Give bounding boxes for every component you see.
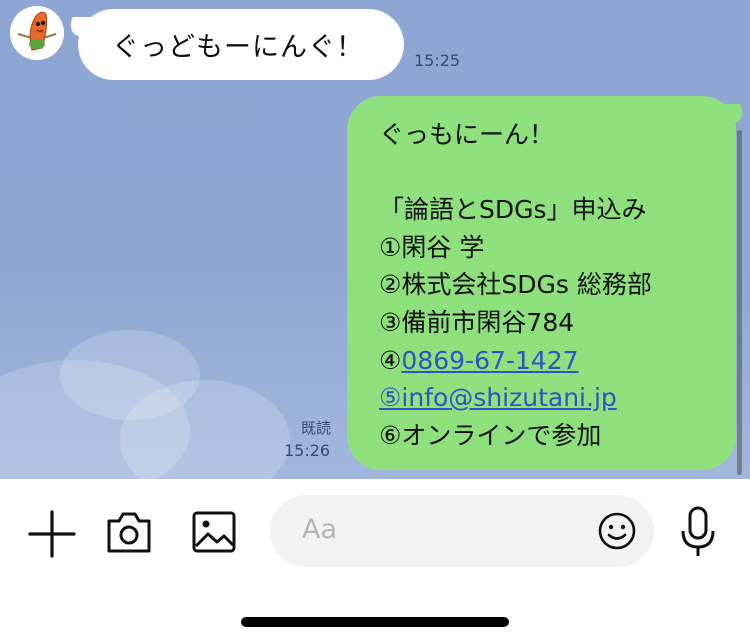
background-cloud <box>60 330 200 420</box>
microphone-icon <box>681 506 715 556</box>
incoming-message-text: ぐっどもーにんぐ！ <box>112 32 364 63</box>
camera-icon <box>107 512 151 553</box>
message-line: ③備前市閑谷784 <box>379 307 575 337</box>
item-number: ④ <box>379 345 402 375</box>
message-line: 「論語とSDGs」申込み <box>379 195 647 225</box>
home-indicator[interactable] <box>241 617 509 627</box>
email-address: info@shizutani.jp <box>401 383 617 413</box>
chat-scrollbar[interactable] <box>737 130 742 475</box>
message-line <box>379 154 736 192</box>
sender-avatar[interactable] <box>10 6 64 60</box>
message-line: ①閑谷 学 <box>379 232 485 262</box>
image-button[interactable] <box>189 508 239 556</box>
camera-button[interactable] <box>104 508 154 556</box>
chat-area[interactable]: ぐっどもーにんぐ！ 15:25 ぐっもにーん！ 「論語とSDGs」申込み ①閑谷… <box>0 0 750 479</box>
item-number: ⑤ <box>379 383 402 413</box>
message-input-placeholder: Aa <box>302 514 338 545</box>
mascot-avatar-icon <box>10 6 64 60</box>
image-icon <box>192 511 236 553</box>
read-receipt: 既読 <box>301 419 332 437</box>
outgoing-message-time: 15:26 <box>284 441 331 460</box>
emoji-icon <box>598 512 636 550</box>
phone-number-link[interactable]: 0869-67-1427 <box>401 346 578 375</box>
microphone-button[interactable] <box>678 505 718 559</box>
add-button[interactable] <box>26 508 78 560</box>
email-link[interactable]: ⑤info@shizutani.jp <box>379 383 617 412</box>
plus-icon <box>28 510 76 558</box>
message-line: ⑥オンラインで参加 <box>379 420 602 450</box>
emoji-button[interactable] <box>597 511 637 551</box>
message-line: ④0869-67-1427 <box>379 342 736 380</box>
incoming-message-time: 15:25 <box>414 51 461 70</box>
message-line: ②株式会社SDGs 総務部 <box>379 270 652 300</box>
bubble-tail <box>65 17 97 37</box>
message-line: ぐっもにーん！ <box>379 120 555 149</box>
message-line: ⑤info@shizutani.jp <box>379 379 736 417</box>
incoming-message-bubble[interactable]: ぐっどもーにんぐ！ <box>65 9 404 80</box>
outgoing-message-bubble[interactable]: ぐっもにーん！ 「論語とSDGs」申込み ①閑谷 学 ②株式会社SDGs 総務部… <box>347 96 748 470</box>
